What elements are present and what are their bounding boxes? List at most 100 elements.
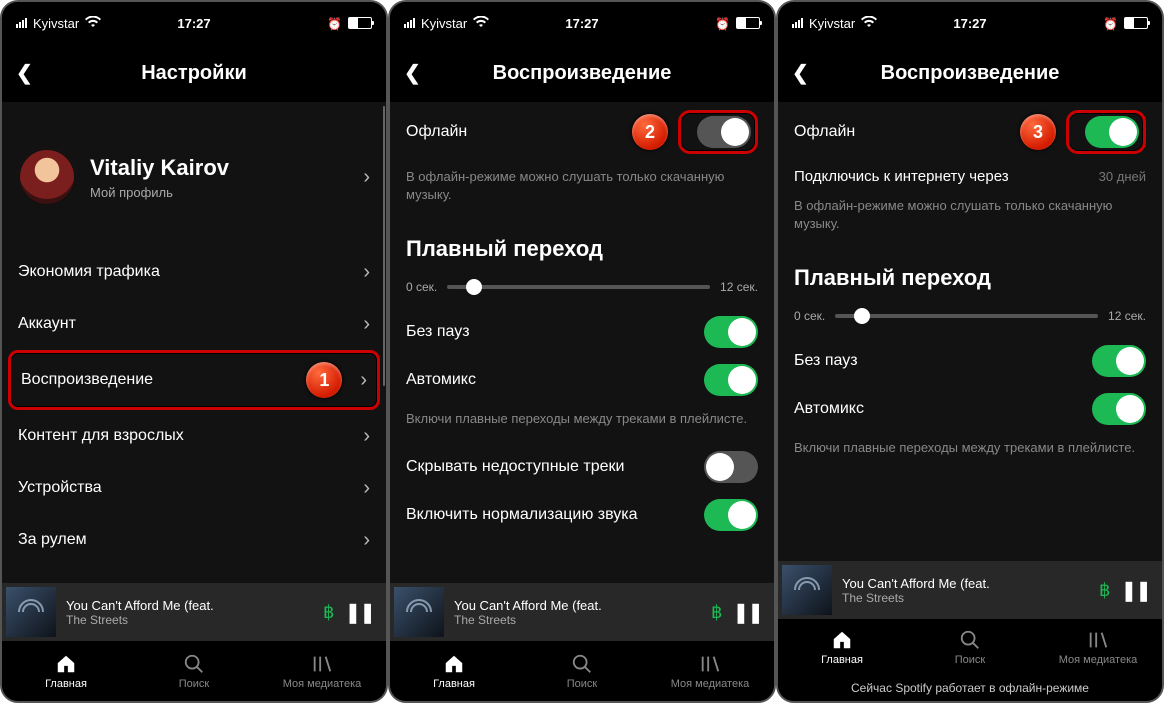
back-icon[interactable]: ❮ xyxy=(404,61,421,86)
wifi-icon xyxy=(861,16,877,31)
bluetooth-icon[interactable]: ฿ xyxy=(323,602,334,623)
alarm-icon xyxy=(327,16,342,31)
gapless-row: Без пауз xyxy=(406,308,758,356)
slider-thumb[interactable] xyxy=(854,308,870,324)
page-title: Воспроизведение xyxy=(493,62,672,85)
mini-player[interactable]: You Can't Afford Me (feat.The Streets ฿ … xyxy=(390,583,774,641)
tab-home[interactable]: Главная xyxy=(778,619,906,675)
settings-row-account[interactable]: Аккаунт› xyxy=(18,298,370,350)
clock: 17:27 xyxy=(177,16,210,31)
tab-search[interactable]: Поиск xyxy=(130,641,258,701)
crossfade-slider[interactable]: 0 сек. 12 сек. xyxy=(794,299,1146,337)
gapless-toggle[interactable] xyxy=(704,316,758,348)
album-art xyxy=(6,587,56,637)
battery-icon xyxy=(348,17,372,29)
chevron-right-icon: › xyxy=(363,477,370,500)
status-bar: Kyivstar 17:27 xyxy=(2,2,386,44)
signal-icon xyxy=(792,18,803,28)
automix-row: Автомикс xyxy=(794,385,1146,433)
hide-unavailable-toggle[interactable] xyxy=(704,451,758,483)
automix-hint: Включи плавные переходы между треками в … xyxy=(406,404,758,442)
tab-search[interactable]: Поиск xyxy=(518,641,646,701)
carrier-label: Kyivstar xyxy=(33,16,79,31)
alarm-icon xyxy=(715,16,730,31)
offline-status-bar: Сейчас Spotify работает в офлайн-режиме xyxy=(778,675,1162,701)
page-title: Воспроизведение xyxy=(881,62,1060,85)
avatar xyxy=(18,148,76,206)
chevron-right-icon: › xyxy=(363,425,370,448)
alarm-icon xyxy=(1103,16,1118,31)
bluetooth-icon[interactable]: ฿ xyxy=(1099,580,1110,601)
status-bar: Kyivstar 17:27 xyxy=(390,2,774,44)
mini-player[interactable]: You Can't Afford Me (feat.The Streets ฿ … xyxy=(778,561,1162,619)
back-icon[interactable]: ❮ xyxy=(792,61,809,86)
offline-hint: В офлайн-режиме можно слушать только ска… xyxy=(406,162,758,218)
track-title: You Can't Afford Me (feat. xyxy=(66,598,313,613)
pause-icon[interactable]: ❚❚ xyxy=(1120,578,1150,603)
automix-hint: Включи плавные переходы между треками в … xyxy=(794,433,1146,471)
wifi-icon xyxy=(85,16,101,31)
settings-row-explicit[interactable]: Контент для взрослых› xyxy=(18,410,370,462)
pause-icon[interactable]: ❚❚ xyxy=(344,600,374,625)
tab-library[interactable]: Моя медиатека xyxy=(646,641,774,701)
settings-row-devices[interactable]: Устройства› xyxy=(18,462,370,514)
crossfade-slider[interactable]: 0 сек. 12 сек. xyxy=(406,270,758,308)
automix-toggle[interactable] xyxy=(704,364,758,396)
step-badge-1: 1 xyxy=(306,362,342,398)
battery-icon xyxy=(736,17,760,29)
page-header: ❮ Настройки xyxy=(2,44,386,102)
profile-row[interactable]: Vitaliy Kairov Мой профиль › xyxy=(18,102,370,246)
automix-row: Автомикс xyxy=(406,356,758,404)
step-badge-3: 3 xyxy=(1020,114,1056,150)
section-crossfade: Плавный переход xyxy=(406,218,758,270)
pause-icon[interactable]: ❚❚ xyxy=(732,600,762,625)
normalize-row: Включить нормализацию звука xyxy=(406,491,758,539)
settings-row-playback[interactable]: Воспроизведение 1 › xyxy=(8,350,380,410)
chevron-right-icon: › xyxy=(363,313,370,336)
page-header: ❮ Воспроизведение xyxy=(778,44,1162,102)
days-value: 30 дней xyxy=(1099,169,1146,184)
status-bar: Kyivstar 17:27 xyxy=(778,2,1162,44)
tab-bar: Главная Поиск Моя медиатека xyxy=(778,619,1162,675)
offline-hint: В офлайн-режиме можно слушать только ска… xyxy=(794,191,1146,247)
settings-row-data-saver[interactable]: Экономия трафика› xyxy=(18,246,370,298)
connect-deadline-row: Подключись к интернету через 30 дней xyxy=(794,162,1146,191)
tab-library[interactable]: Моя медиатека xyxy=(1034,619,1162,675)
screenshot-2: Kyivstar 17:27 ❮ Воспроизведение Офлайн … xyxy=(388,0,776,703)
automix-toggle[interactable] xyxy=(1092,393,1146,425)
track-artist: The Streets xyxy=(66,613,313,627)
signal-icon xyxy=(16,18,27,28)
settings-row-car[interactable]: За рулем› xyxy=(18,514,370,566)
offline-row: Офлайн 3 xyxy=(794,102,1146,162)
album-art xyxy=(394,587,444,637)
screenshot-3: Kyivstar 17:27 ❮ Воспроизведение Офлайн … xyxy=(776,0,1164,703)
page-title: Настройки xyxy=(141,62,247,85)
offline-toggle[interactable] xyxy=(678,110,758,154)
profile-sub: Мой профиль xyxy=(90,185,349,200)
bluetooth-icon[interactable]: ฿ xyxy=(711,602,722,623)
tab-search[interactable]: Поиск xyxy=(906,619,1034,675)
gapless-row: Без пауз xyxy=(794,337,1146,385)
chevron-right-icon: › xyxy=(363,261,370,284)
offline-row: Офлайн 2 xyxy=(406,102,758,162)
profile-name: Vitaliy Kairov xyxy=(90,155,349,181)
chevron-right-icon: › xyxy=(363,529,370,552)
offline-toggle[interactable] xyxy=(1066,110,1146,154)
chevron-right-icon: › xyxy=(363,166,370,189)
normalize-toggle[interactable] xyxy=(704,499,758,531)
section-crossfade: Плавный переход xyxy=(794,247,1146,299)
tab-home[interactable]: Главная xyxy=(2,641,130,701)
tab-library[interactable]: Моя медиатека xyxy=(258,641,386,701)
back-icon[interactable]: ❮ xyxy=(16,61,33,86)
tab-bar: Главная Поиск Моя медиатека xyxy=(390,641,774,701)
slider-thumb[interactable] xyxy=(466,279,482,295)
chevron-right-icon: › xyxy=(360,369,367,392)
step-badge-2: 2 xyxy=(632,114,668,150)
page-header: ❮ Воспроизведение xyxy=(390,44,774,102)
gapless-toggle[interactable] xyxy=(1092,345,1146,377)
mini-player[interactable]: You Can't Afford Me (feat.The Streets ฿ … xyxy=(2,583,386,641)
battery-icon xyxy=(1124,17,1148,29)
tab-home[interactable]: Главная xyxy=(390,641,518,701)
album-art xyxy=(782,565,832,615)
hide-unavailable-row: Скрывать недоступные треки xyxy=(406,443,758,491)
